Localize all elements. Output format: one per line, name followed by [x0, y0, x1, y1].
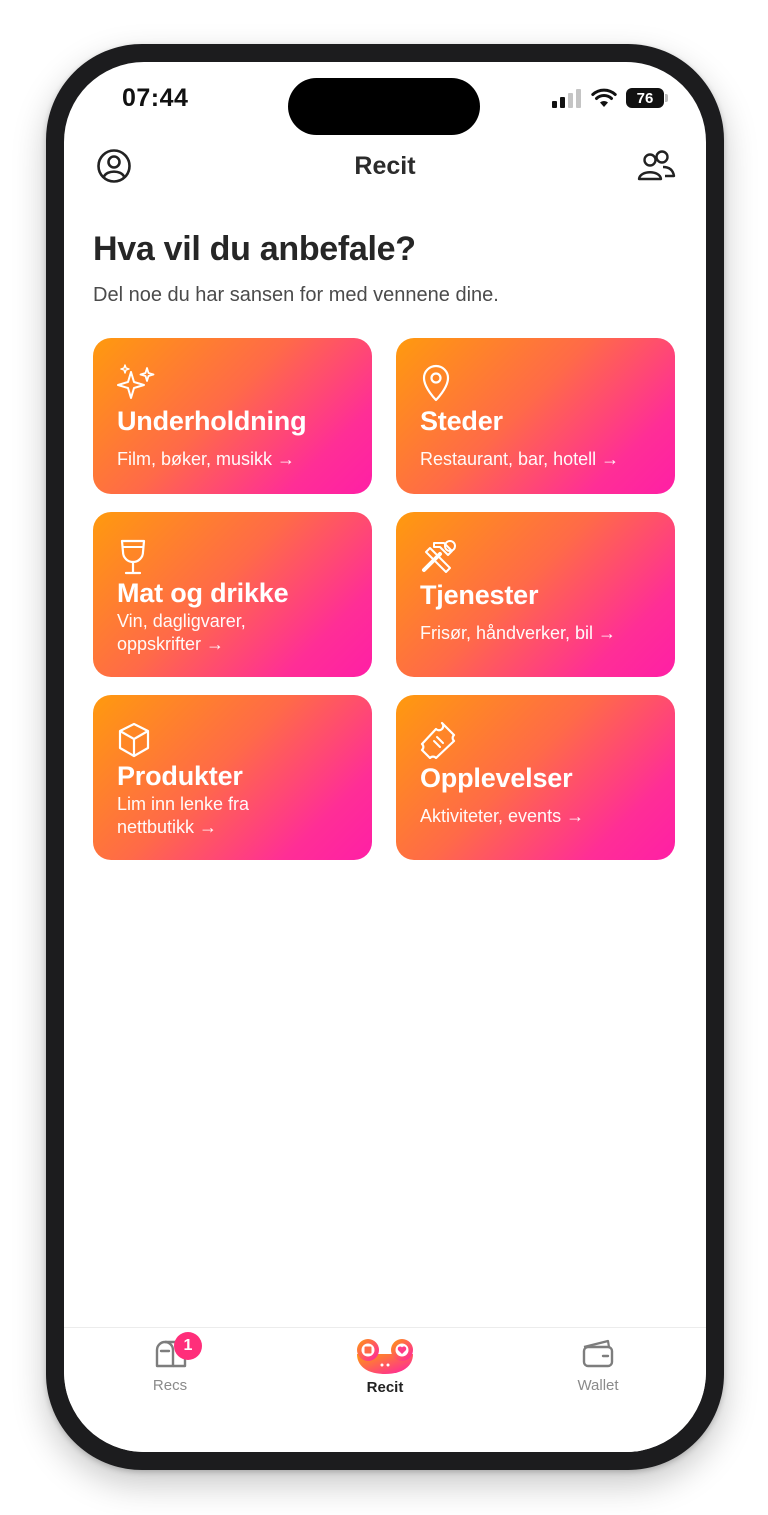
- category-card-tjenester[interactable]: Tjenester Frisør, håndverker, bil →: [396, 512, 675, 677]
- status-icons: 76: [552, 88, 668, 108]
- category-description: Lim inn lenke fra nettbutikk →: [117, 794, 250, 837]
- box-icon: [118, 722, 150, 758]
- page-heading: Hva vil du anbefale?: [93, 230, 416, 268]
- category-description: Frisør, håndverker, bil →: [420, 623, 617, 643]
- signal-icon: [552, 89, 581, 108]
- notification-badge: 1: [174, 1332, 202, 1360]
- sparkles-icon: [117, 364, 155, 399]
- map-pin-icon: [422, 364, 450, 402]
- app-screen: 07:44 76 Recit Hva vil du anbefale? Del …: [64, 62, 706, 1452]
- page-subheading: Del noe du har sansen for med vennene di…: [93, 284, 499, 306]
- category-title: Tjenester: [420, 580, 539, 610]
- category-title: Opplevelser: [420, 763, 573, 793]
- nav-title: Recit: [354, 152, 416, 180]
- tab-label: Recit: [366, 1379, 404, 1396]
- category-card-opplevelser[interactable]: Opplevelser Aktiviteter, events →: [396, 695, 675, 860]
- ticket-icon: [420, 721, 456, 759]
- dynamic-island: [288, 78, 480, 135]
- category-description: Vin, dagligvarer, oppskrifter →: [117, 611, 246, 654]
- wallet-icon: [582, 1339, 614, 1368]
- category-title: Mat og drikke: [117, 578, 289, 608]
- category-description: Aktiviteter, events →: [420, 806, 585, 826]
- category-title: Steder: [420, 406, 503, 436]
- tab-label: Wallet: [577, 1377, 619, 1394]
- tab-bar: 1 Recs Recit Wallet: [64, 1327, 706, 1452]
- category-title: Produkter: [117, 761, 243, 791]
- category-card-mat-og-drikke[interactable]: Mat og drikke Vin, dagligvarer, oppskrif…: [93, 512, 372, 677]
- battery-icon: 76: [626, 88, 668, 108]
- recit-logo-icon: [357, 1339, 413, 1374]
- tab-wallet[interactable]: Wallet: [538, 1338, 658, 1394]
- category-card-produkter[interactable]: Produkter Lim inn lenke fra nettbutikk →: [93, 695, 372, 860]
- status-time: 07:44: [122, 84, 189, 112]
- category-description: Film, bøker, musikk →: [117, 449, 296, 469]
- category-title: Underholdning: [117, 406, 307, 436]
- tab-recit[interactable]: Recit: [325, 1338, 445, 1396]
- category-card-steder[interactable]: Steder Restaurant, bar, hotell →: [396, 338, 675, 494]
- tab-label: Recs: [152, 1377, 188, 1394]
- tab-recs[interactable]: 1 Recs: [110, 1332, 230, 1394]
- friends-icon[interactable]: [636, 148, 676, 184]
- wifi-icon: [591, 88, 617, 107]
- category-card-underholdning[interactable]: Underholdning Film, bøker, musikk →: [93, 338, 372, 494]
- tools-icon: [422, 540, 456, 573]
- wine-glass-icon: [120, 539, 146, 575]
- category-description: Restaurant, bar, hotell →: [420, 449, 620, 469]
